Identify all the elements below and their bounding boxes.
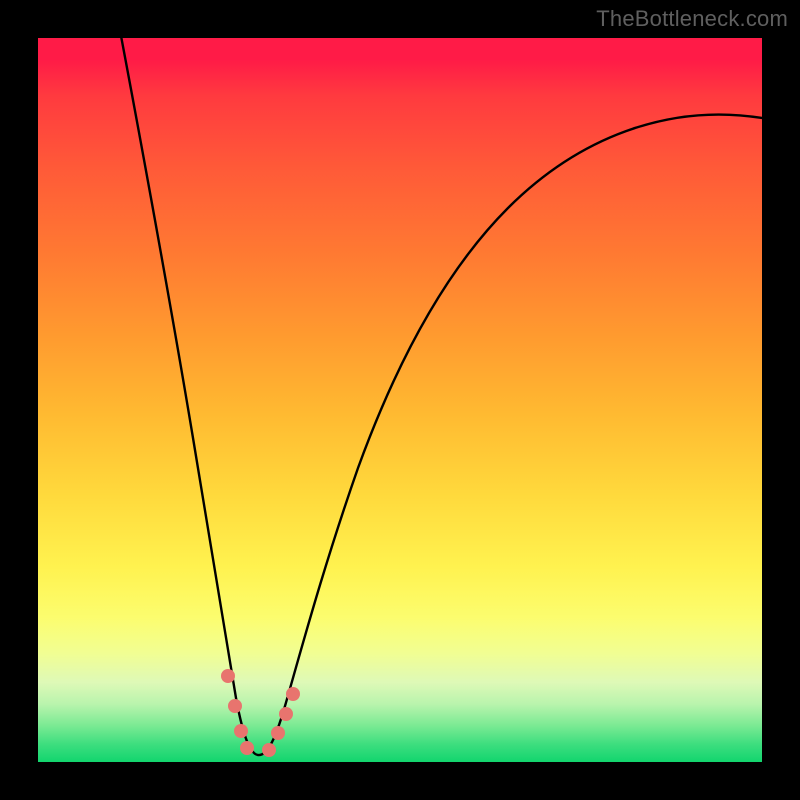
bottleneck-curve — [110, 38, 762, 755]
watermark-text: TheBottleneck.com — [596, 6, 788, 32]
curve-layer — [38, 38, 762, 762]
plot-area — [38, 38, 762, 762]
chart-frame: TheBottleneck.com — [0, 0, 800, 800]
